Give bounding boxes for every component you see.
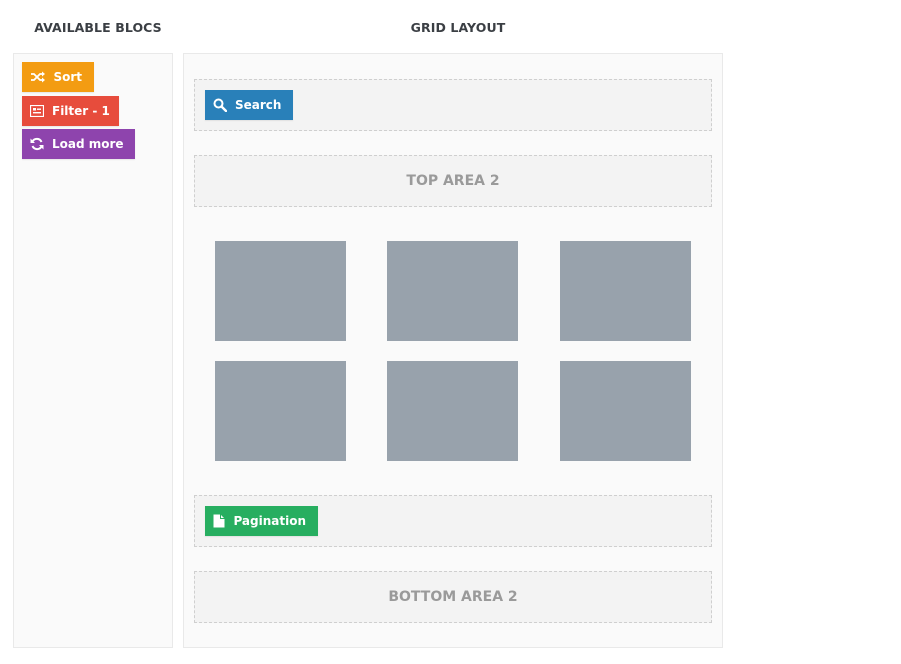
grid-item — [387, 361, 518, 461]
load-more-bloc-label: Load more — [52, 137, 124, 151]
bottom-area-1[interactable]: Pagination — [194, 495, 712, 547]
pagination-bloc-label: Pagination — [233, 514, 306, 528]
search-bloc-label: Search — [235, 98, 282, 112]
search-bloc[interactable]: Search — [205, 90, 293, 120]
load-more-bloc[interactable]: Load more — [22, 129, 135, 159]
top-area-2-label: TOP AREA 2 — [406, 173, 500, 189]
top-area-2[interactable]: TOP AREA 2 — [194, 155, 712, 207]
available-blocs-heading: AVAILABLE BLOCS — [34, 20, 162, 35]
grid-layout-heading: GRID LAYOUT — [410, 20, 506, 35]
filter-bloc-label: Filter - 1 — [52, 104, 110, 118]
grid-item — [215, 361, 346, 461]
top-area-1[interactable]: Search — [194, 79, 712, 131]
filter-bloc[interactable]: Filter - 1 — [22, 96, 119, 126]
document-icon — [213, 513, 225, 529]
bottom-area-2-label: BOTTOM AREA 2 — [388, 589, 518, 605]
sort-bloc[interactable]: Sort — [22, 62, 94, 92]
refresh-icon — [30, 136, 44, 152]
grid-layout-panel: Search TOP AREA 2 Pagination BOTTOM AREA… — [183, 53, 723, 648]
grid-item — [215, 241, 346, 341]
shuffle-icon — [30, 69, 45, 85]
available-blocs-panel: Sort Filter - 1 Load more — [13, 53, 173, 648]
grid-item — [387, 241, 518, 341]
bottom-area-2[interactable]: BOTTOM AREA 2 — [194, 571, 712, 623]
search-icon — [213, 97, 227, 113]
grid-item — [560, 361, 691, 461]
grid-item — [560, 241, 691, 341]
sort-bloc-label: Sort — [53, 70, 82, 84]
filter-icon — [30, 103, 44, 119]
pagination-bloc[interactable]: Pagination — [205, 506, 318, 536]
